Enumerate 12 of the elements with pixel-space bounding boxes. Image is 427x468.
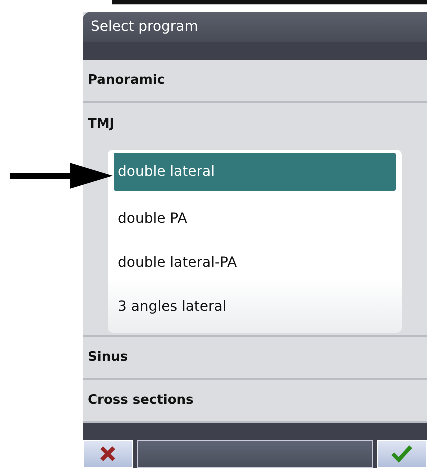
- dialog-title: Select program: [83, 12, 427, 42]
- check-icon: [391, 445, 413, 464]
- category-item[interactable]: Panoramic: [83, 60, 427, 104]
- category-item[interactable]: Sinus: [83, 337, 427, 380]
- close-icon: [100, 446, 116, 462]
- program-item[interactable]: double lateral-PA: [114, 241, 396, 286]
- program-item[interactable]: 3 angles lateral: [114, 285, 396, 330]
- program-item[interactable]: double lateral: [114, 153, 396, 192]
- category-item[interactable]: TMJ: [83, 103, 427, 146]
- cancel-button[interactable]: [83, 440, 133, 468]
- ok-button[interactable]: [377, 440, 427, 468]
- program-item[interactable]: double PA: [114, 197, 396, 242]
